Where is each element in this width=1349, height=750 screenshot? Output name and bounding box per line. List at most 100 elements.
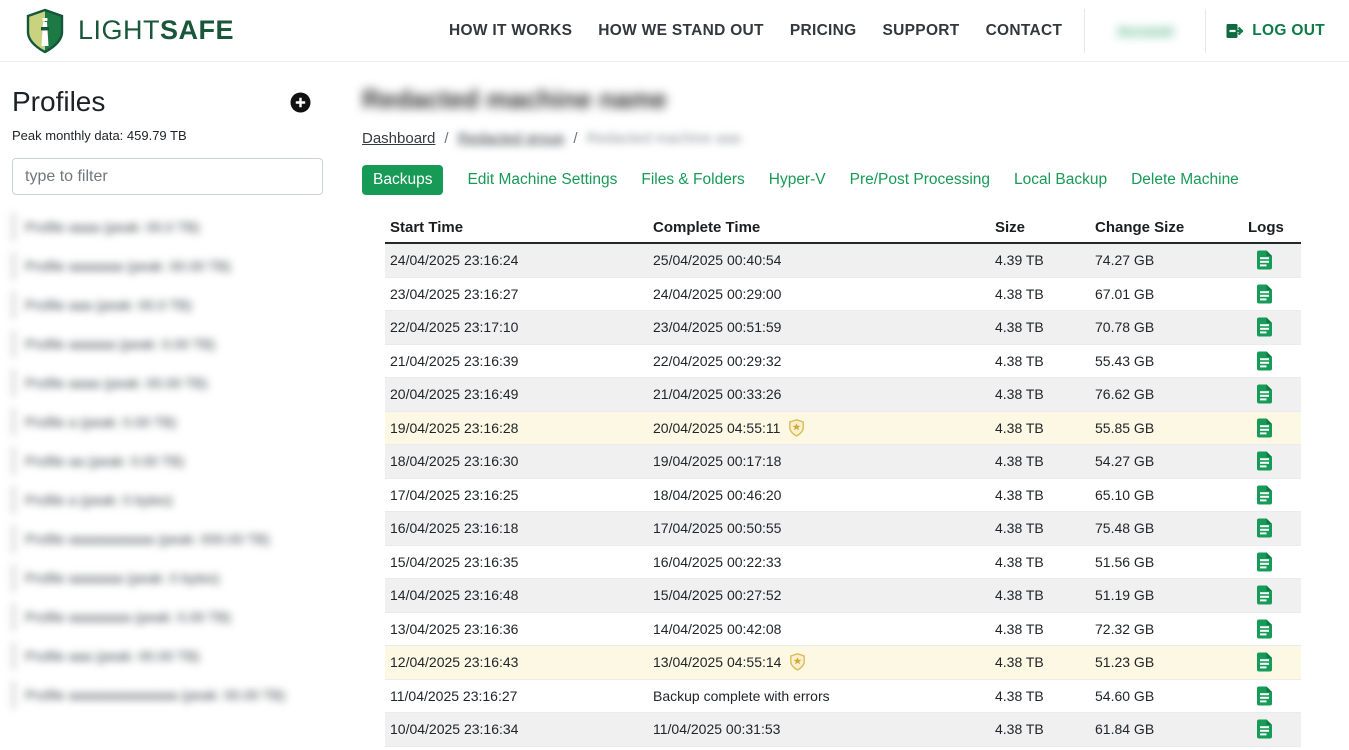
cell-complete-time: 25/04/2025 00:40:54 [648,252,990,268]
profile-filter-input[interactable] [12,158,323,195]
table-row: 15/04/2025 23:16:3516/04/2025 00:22:334.… [385,546,1301,580]
log-icon-button[interactable] [1248,351,1273,371]
cell-change-size: 72.32 GB [1090,621,1243,637]
sidebar-profile-item[interactable]: Profile aaaa (peak: 00.0 TB) [12,213,323,241]
sidebar-profile-item[interactable]: Profile aaaa (peak: 00.00 TB) [12,369,323,397]
tab-hyper-v[interactable]: Hyper-V [769,171,826,189]
tab-backups[interactable]: Backups [362,165,443,195]
cell-start-time: 22/04/2025 23:17:10 [385,319,648,335]
nav-link-support[interactable]: SUPPORT [883,22,960,40]
log-document-icon [1256,451,1273,471]
main-content: Redacted machine name Dashboard / Redact… [345,62,1349,750]
cell-logs [1243,518,1301,538]
log-icon-button[interactable] [1248,418,1273,438]
table-row: 10/04/2025 23:16:3411/04/2025 00:31:534.… [385,713,1301,747]
log-icon-button[interactable] [1248,686,1273,706]
log-icon-button[interactable] [1248,518,1273,538]
log-icon-button[interactable] [1248,485,1273,505]
log-icon-button[interactable] [1248,384,1273,404]
cell-start-time: 23/04/2025 23:16:27 [385,286,648,302]
nav-link-how-it-works[interactable]: HOW IT WORKS [449,22,572,40]
log-icon-button[interactable] [1248,451,1273,471]
top-navbar: LIGHTSAFE HOW IT WORKS HOW WE STAND OUT PR… [0,0,1349,62]
log-document-icon [1256,284,1273,304]
cell-size: 4.38 TB [990,520,1090,536]
cell-complete-time: 21/04/2025 00:33:26 [648,386,990,402]
sidebar-profile-item[interactable]: Profile aaaaaaaaaaa (peak: 000.00 TB) [12,525,323,553]
cell-size: 4.38 TB [990,453,1090,469]
cell-logs [1243,384,1301,404]
cell-start-time: 20/04/2025 23:16:49 [385,386,648,402]
log-document-icon [1256,686,1273,706]
log-icon-button[interactable] [1248,552,1273,572]
column-header: Logs [1243,219,1301,236]
nav-link-contact[interactable]: CONTACT [986,22,1063,40]
cell-size: 4.38 TB [990,721,1090,737]
cell-size: 4.38 TB [990,587,1090,603]
cell-size: 4.38 TB [990,353,1090,369]
logout-button[interactable]: LOG OUT [1226,22,1325,40]
sidebar-profile-item[interactable]: Profile a (peak: 0.00 TB) [12,408,323,436]
page-title: Redacted machine name [362,84,1349,114]
account-username[interactable]: Account [1099,23,1191,39]
sidebar-profile-item[interactable]: Profile aaa (peak: 00.0 TB) [12,291,323,319]
log-icon-button[interactable] [1248,585,1273,605]
cell-change-size: 61.84 GB [1090,721,1243,737]
tab-edit-machine-settings[interactable]: Edit Machine Settings [467,171,617,189]
backups-table: Start TimeComplete TimeSizeChange SizeLo… [385,213,1301,747]
table-row: 19/04/2025 23:16:2820/04/2025 04:55:114.… [385,412,1301,446]
sidebar-profile-item[interactable]: Profile a (peak: 0 bytes) [12,486,323,514]
brand-logo[interactable]: LIGHTSAFE [24,8,234,54]
breadcrumb-dashboard-link[interactable]: Dashboard [362,130,435,147]
lighthouse-shield-icon [24,8,66,54]
cell-change-size: 51.19 GB [1090,587,1243,603]
cell-logs [1243,652,1301,672]
sidebar-profile-item[interactable]: Profile aaa (peak: 00.00 TB) [12,642,323,670]
cell-change-size: 55.85 GB [1090,420,1243,436]
log-icon-button[interactable] [1248,652,1273,672]
log-document-icon [1256,652,1273,672]
cell-complete-time: 17/04/2025 00:50:55 [648,520,990,536]
log-icon-button[interactable] [1248,250,1273,270]
log-icon-button[interactable] [1248,317,1273,337]
breadcrumb-group-link[interactable]: Redacted group [458,130,565,147]
cell-logs [1243,686,1301,706]
tab-delete-machine[interactable]: Delete Machine [1131,171,1239,189]
cell-complete-time: 14/04/2025 00:42:08 [648,621,990,637]
log-icon-button[interactable] [1248,719,1273,739]
nav-link-how-we-stand-out[interactable]: HOW WE STAND OUT [598,22,764,40]
cell-change-size: 65.10 GB [1090,487,1243,503]
tab-files-folders[interactable]: Files & Folders [641,171,744,189]
divider [1084,9,1085,53]
tab-pre-post-processing[interactable]: Pre/Post Processing [850,171,990,189]
cell-complete-time: 24/04/2025 00:29:00 [648,286,990,302]
add-profile-button[interactable] [290,92,311,113]
tab-local-backup[interactable]: Local Backup [1014,171,1107,189]
cell-logs [1243,585,1301,605]
sidebar-profile-item[interactable]: Profile aaaaaaaaaaaaaa (peak: 00.00 TB) [12,681,323,709]
sidebar-profile-item[interactable]: Profile aa (peak: 0.00 TB) [12,447,323,475]
breadcrumb-current: Redacted machine aaa [586,130,740,147]
log-icon-button[interactable] [1248,284,1273,304]
cell-start-time: 11/04/2025 23:16:27 [385,688,648,704]
cell-complete-time: 23/04/2025 00:51:59 [648,319,990,335]
table-row: 14/04/2025 23:16:4815/04/2025 00:27:524.… [385,579,1301,613]
cell-logs [1243,284,1301,304]
column-header: Change Size [1090,219,1243,236]
table-row: 20/04/2025 23:16:4921/04/2025 00:33:264.… [385,378,1301,412]
sidebar-profile-item[interactable]: Profile aaaaaaaa (peak: 0.00 TB) [12,603,323,631]
nav-link-pricing[interactable]: PRICING [790,22,857,40]
cell-complete-time: 18/04/2025 00:46:20 [648,487,990,503]
log-icon-button[interactable] [1248,619,1273,639]
column-header: Start Time [385,219,648,236]
sidebar-profile-item[interactable]: Profile aaaaaa (peak: 0.00 TB) [12,330,323,358]
cell-start-time: 15/04/2025 23:16:35 [385,554,648,570]
sidebar-profile-item[interactable]: Profile aaaaaaa (peak: 0 bytes) [12,564,323,592]
account-area: Account LOG OUT [1084,9,1325,53]
cell-change-size: 51.23 GB [1090,654,1243,670]
cell-logs [1243,418,1301,438]
cell-start-time: 16/04/2025 23:16:18 [385,520,648,536]
brand-light: LIGHT [78,15,160,45]
sidebar-profile-item[interactable]: Profile aaaaaaa (peak: 00.00 TB) [12,252,323,280]
log-document-icon [1256,585,1273,605]
